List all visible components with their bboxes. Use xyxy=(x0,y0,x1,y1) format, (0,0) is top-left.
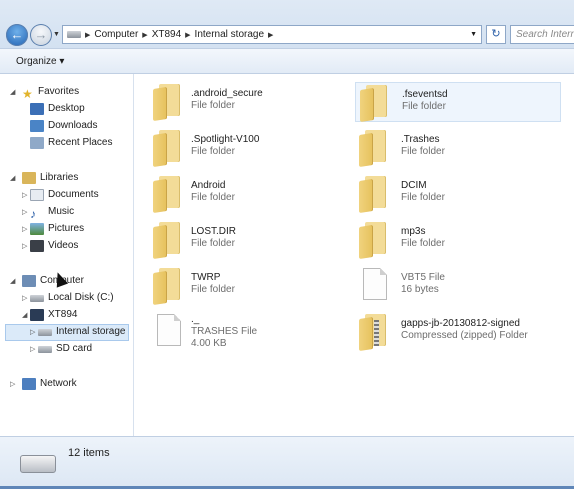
back-button[interactable]: ← xyxy=(6,24,28,46)
collapsed-arrow-icon[interactable]: ▷ xyxy=(22,242,27,250)
file-item[interactable]: mp3s File folder xyxy=(359,220,559,260)
nav-recent-places[interactable]: Recent Places xyxy=(30,135,112,151)
folder-icon xyxy=(153,84,181,121)
forward-button[interactable]: → xyxy=(30,24,52,46)
refresh-icon: ↻ xyxy=(491,28,501,40)
forward-arrow-icon: → xyxy=(34,27,48,42)
drive-icon xyxy=(38,328,52,336)
recent-pages-dropdown[interactable]: ▼ xyxy=(53,31,60,38)
star-icon: ★ xyxy=(22,87,33,101)
collapsed-arrow-icon[interactable]: ▷ xyxy=(22,294,27,302)
address-dropdown-icon[interactable]: ▼ xyxy=(470,31,477,38)
navigation-pane[interactable]: ◢ ★ Favorites Desktop Downloads Recent Pl… xyxy=(0,74,134,436)
phone-icon xyxy=(30,309,44,321)
nav-xt894[interactable]: XT894 xyxy=(30,307,77,323)
breadcrumb-computer[interactable]: Computer xyxy=(94,29,138,40)
drive-icon xyxy=(30,294,44,302)
nav-sd-card[interactable]: SD card xyxy=(38,341,92,357)
file-item[interactable]: LOST.DIR File folder xyxy=(153,220,353,260)
document-icon xyxy=(363,268,387,300)
file-item[interactable]: .android_secure File folder xyxy=(153,82,353,122)
file-item[interactable]: .Spotlight-V100 File folder xyxy=(153,128,353,168)
expand-arrow-icon[interactable]: ◢ xyxy=(10,88,15,96)
collapsed-arrow-icon[interactable]: ▷ xyxy=(22,208,27,216)
folder-icon xyxy=(360,85,388,122)
details-pane: 12 items xyxy=(0,436,574,489)
folder-icon xyxy=(153,222,181,259)
collapsed-arrow-icon[interactable]: ▷ xyxy=(22,191,27,199)
nav-pictures[interactable]: Pictures xyxy=(30,221,84,237)
folder-icon xyxy=(153,268,181,305)
address-bar[interactable]: ▶ Computer ▶ XT894 ▶ Internal storage ▶ … xyxy=(62,25,482,44)
recent-places-icon xyxy=(30,137,44,149)
drive-icon xyxy=(67,31,81,38)
command-bar: Organize ▾ xyxy=(0,48,574,74)
pictures-icon xyxy=(30,223,44,235)
back-arrow-icon: ← xyxy=(10,27,24,42)
downloads-icon xyxy=(30,120,44,132)
library-icon xyxy=(22,172,36,184)
file-item[interactable]: VBT5 File 16 bytes xyxy=(359,266,559,306)
file-item[interactable]: TWRP File folder xyxy=(153,266,353,306)
file-item[interactable]: .Trashes File folder xyxy=(359,128,559,168)
expand-arrow-icon[interactable]: ◢ xyxy=(22,311,27,319)
collapsed-arrow-icon[interactable]: ▷ xyxy=(10,380,15,388)
desktop-icon xyxy=(30,103,44,115)
folder-icon xyxy=(153,176,181,213)
file-list[interactable]: .android_secure File folder .fseventsd Fil… xyxy=(135,74,574,436)
breadcrumb-internal-storage[interactable]: Internal storage xyxy=(195,29,265,40)
nav-desktop[interactable]: Desktop xyxy=(30,101,85,117)
file-item[interactable]: .fseventsd File folder xyxy=(355,82,561,122)
item-count: 12 items xyxy=(68,447,110,459)
nav-network[interactable]: Network xyxy=(22,376,77,392)
collapsed-arrow-icon[interactable]: ▷ xyxy=(30,345,35,353)
organize-button[interactable]: Organize ▾ xyxy=(16,56,64,67)
zip-folder-icon xyxy=(359,314,387,351)
nav-documents[interactable]: Documents xyxy=(30,187,99,203)
computer-icon xyxy=(22,275,36,287)
search-input[interactable]: Search Internal storage xyxy=(510,25,574,44)
file-item[interactable]: DCIM File folder xyxy=(359,174,559,214)
music-icon: ♪ xyxy=(30,207,36,221)
expand-arrow-icon[interactable]: ◢ xyxy=(10,174,15,182)
folder-icon xyxy=(359,130,387,167)
folder-icon xyxy=(153,130,181,167)
breadcrumb-xt894[interactable]: XT894 xyxy=(152,29,181,40)
document-icon xyxy=(157,314,181,346)
documents-icon xyxy=(30,189,44,201)
collapsed-arrow-icon[interactable]: ▷ xyxy=(30,328,35,336)
network-icon xyxy=(22,378,36,390)
folder-icon xyxy=(359,222,387,259)
nav-favorites[interactable]: ★ Favorites xyxy=(22,84,79,101)
drive-icon xyxy=(20,455,56,473)
nav-libraries[interactable]: Libraries xyxy=(22,170,78,186)
nav-downloads[interactable]: Downloads xyxy=(30,118,97,134)
file-item[interactable]: Android File folder xyxy=(153,174,353,214)
collapsed-arrow-icon[interactable]: ▷ xyxy=(22,225,27,233)
folder-icon xyxy=(359,176,387,213)
nav-internal-storage[interactable]: Internal storage xyxy=(38,324,126,340)
file-item[interactable]: gapps-jb-20130812-signed Compressed (zipp… xyxy=(359,312,574,352)
file-item[interactable]: ._ TRASHES File 4.00 KB xyxy=(153,312,353,352)
nav-videos[interactable]: Videos xyxy=(30,238,78,254)
drive-icon xyxy=(38,345,52,353)
nav-local-disk[interactable]: Local Disk (C:) xyxy=(30,290,114,306)
videos-icon xyxy=(30,240,44,252)
expand-arrow-icon[interactable]: ◢ xyxy=(10,277,15,285)
nav-music[interactable]: ♪ Music xyxy=(30,204,74,221)
refresh-button[interactable]: ↻ xyxy=(486,25,506,44)
